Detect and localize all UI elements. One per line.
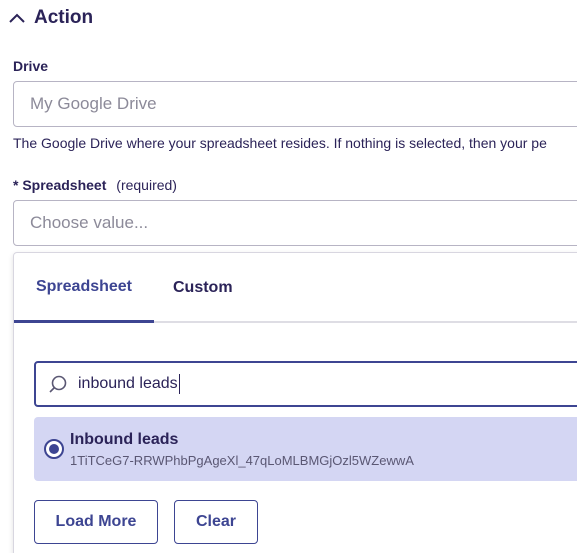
spreadsheet-dropdown-panel: Spreadsheet Custom inbound leads Inbound… xyxy=(13,252,577,553)
drive-label: Drive xyxy=(13,58,49,74)
search-icon xyxy=(48,374,68,394)
chevron-up-icon[interactable] xyxy=(8,9,26,27)
radio-selected-icon[interactable] xyxy=(44,439,64,459)
action-section-header[interactable]: Action xyxy=(8,4,93,32)
clear-button[interactable]: Clear xyxy=(174,500,258,544)
result-text: Inbound leads 1TiTCeG7-RRWPhbPgAgeXl_47q… xyxy=(70,431,414,468)
spreadsheet-placeholder: Choose value... xyxy=(30,213,149,232)
dropdown-tabs: Spreadsheet Custom xyxy=(14,253,577,323)
search-input[interactable]: inbound leads xyxy=(34,361,577,407)
drive-help-text: The Google Drive where your spreadsheet … xyxy=(13,135,547,151)
drive-placeholder: My Google Drive xyxy=(30,94,157,113)
result-id: 1TiTCeG7-RRWPhbPgAgeXl_47qLoMLBMGjOzl5WZ… xyxy=(70,452,414,468)
spreadsheet-label: * Spreadsheet (required) xyxy=(13,177,177,193)
tab-custom[interactable]: Custom xyxy=(173,253,233,323)
text-caret xyxy=(178,374,180,394)
spreadsheet-label-text: Spreadsheet xyxy=(22,177,107,193)
search-value: inbound leads xyxy=(78,374,180,394)
section-title: Action xyxy=(34,7,94,28)
load-more-button[interactable]: Load More xyxy=(34,500,158,544)
required-asterisk: * xyxy=(13,177,19,193)
tab-spreadsheet[interactable]: Spreadsheet xyxy=(14,253,154,323)
drive-select[interactable]: My Google Drive xyxy=(13,81,577,127)
result-title: Inbound leads xyxy=(70,430,179,448)
required-note: (required) xyxy=(116,177,177,193)
spreadsheet-select[interactable]: Choose value... xyxy=(13,200,577,246)
result-item-inbound-leads[interactable]: Inbound leads 1TiTCeG7-RRWPhbPgAgeXl_47q… xyxy=(34,417,577,481)
